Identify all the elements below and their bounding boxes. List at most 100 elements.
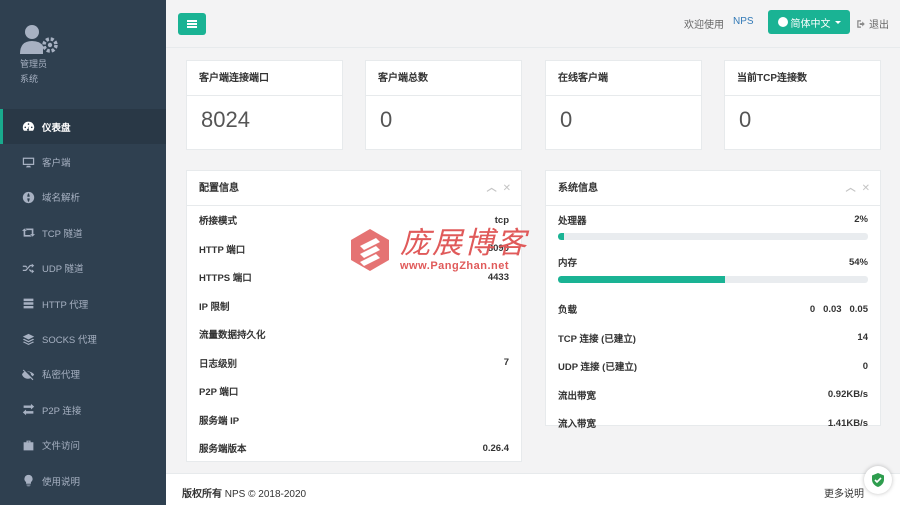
- sidebar-item-label: P2P 连接: [42, 405, 82, 417]
- stat-card-client-total: 客户端总数 0: [365, 60, 522, 150]
- panel-tools: ︿ ✕: [840, 171, 870, 206]
- footer: 版权所有 NPS © 2018-2020 更多说明: [166, 473, 900, 505]
- welcome-text: 欢迎使用: [684, 20, 724, 31]
- profile[interactable]: 管理员 系统: [20, 24, 60, 86]
- row-label: 服务端版本: [199, 444, 247, 456]
- cpu-progress: [546, 233, 880, 252]
- shield-check-icon[interactable]: [864, 466, 892, 494]
- globe-icon: [21, 190, 35, 204]
- row-value: 14: [857, 332, 868, 344]
- sidebar-item-private-proxy[interactable]: 私密代理: [0, 357, 166, 392]
- chevron-up-icon[interactable]: ︿: [846, 183, 856, 194]
- row-label: 流出带宽: [558, 390, 597, 402]
- sidebar-item-domain[interactable]: 域名解析: [0, 180, 166, 215]
- config-row-server-ip: 服务端 IP: [187, 406, 521, 435]
- sidebar-item-dashboard[interactable]: 仪表盘: [0, 109, 166, 145]
- progress-fill: [558, 233, 565, 240]
- config-row-bridge-mode: 桥接模式 tcp: [187, 206, 521, 235]
- sidebar-item-label: HTTP 代理: [42, 299, 89, 311]
- row-label: 负载: [558, 305, 578, 317]
- sidebar: 管理员 系统 仪表盘 客户端 域名解析 TCP 隧道 UDP 隧道 HTTP 代…: [0, 0, 166, 505]
- layers-icon: [21, 332, 35, 346]
- config-row-ip-limit: IP 限制: [187, 292, 521, 321]
- language-dropdown[interactable]: 简体中文: [768, 10, 850, 34]
- stat-value: 8024: [201, 107, 250, 132]
- sidebar-item-label: UDP 隧道: [42, 264, 84, 276]
- sidebar-item-p2p[interactable]: P2P 连接: [0, 392, 166, 427]
- lightbulb-icon: [21, 474, 35, 488]
- more-docs-link[interactable]: 更多说明: [824, 485, 864, 500]
- menu-toggle-button[interactable]: [178, 13, 206, 35]
- stat-title: 客户端总数: [366, 61, 521, 96]
- panel-header: 配置信息 ︿ ✕: [187, 171, 521, 206]
- stat-value: 0: [380, 107, 393, 132]
- row-value: 4433: [487, 271, 509, 283]
- user-gear-icon: [20, 24, 60, 56]
- briefcase-icon: [21, 438, 35, 452]
- config-row-p2p-port: P2P 端口: [187, 377, 521, 406]
- panel-tools: ︿ ✕: [481, 171, 511, 206]
- sidebar-item-socks-proxy[interactable]: SOCKS 代理: [0, 321, 166, 356]
- system-row-udp: UDP 连接 (已建立) 0: [546, 352, 880, 381]
- globe-icon: [777, 17, 788, 27]
- random-icon: [21, 261, 35, 275]
- sidebar-item-label: 文件访问: [42, 441, 81, 453]
- row-label: 处理器: [558, 215, 587, 227]
- memory-progress: [546, 272, 880, 295]
- row-label: HTTP 端口: [199, 244, 246, 256]
- language-label: 简体中文: [790, 18, 831, 30]
- sidebar-item-help[interactable]: 使用说明: [0, 463, 166, 498]
- stat-value: 0: [560, 107, 573, 132]
- row-value: 0.92KB/s: [827, 389, 868, 401]
- sidebar-item-label: 仪表盘: [42, 122, 71, 134]
- system-row-cpu: 处理器 2%: [546, 206, 880, 233]
- row-label: IP 限制: [199, 301, 230, 313]
- sidebar-item-http-proxy[interactable]: HTTP 代理: [0, 286, 166, 321]
- sidebar-item-label: 使用说明: [42, 476, 81, 488]
- sidebar-item-label: 客户端: [42, 158, 71, 170]
- row-value: 54%: [848, 256, 868, 268]
- monitor-icon: [21, 155, 35, 169]
- profile-name: 管理员: [20, 59, 48, 69]
- row-value: 2%: [854, 214, 868, 225]
- stat-card-online-clients: 在线客户端 0: [545, 60, 702, 150]
- system-row-tcp: TCP 连接 (已建立) 14: [546, 324, 880, 353]
- row-value: 0.26.4: [482, 442, 509, 454]
- panel-header: 系统信息 ︿ ✕: [546, 171, 880, 206]
- stat-value: 0: [739, 107, 752, 132]
- nps-link[interactable]: NPS: [733, 16, 754, 27]
- row-value: 0 0.03 0.05: [809, 303, 868, 315]
- stat-title: 在线客户端: [546, 61, 701, 96]
- config-row-http-port: HTTP 端口 8090: [187, 235, 521, 264]
- sidebar-item-udp-tunnel[interactable]: UDP 隧道: [0, 251, 166, 286]
- system-row-memory: 内存 54%: [546, 252, 880, 272]
- sidebar-item-clients[interactable]: 客户端: [0, 144, 166, 179]
- sidebar-item-label: 域名解析: [42, 193, 81, 205]
- eye-slash-icon: [21, 367, 35, 381]
- row-label: 服务端 IP: [199, 415, 240, 427]
- close-icon[interactable]: ✕: [862, 183, 870, 194]
- panel-title: 配置信息: [199, 183, 239, 194]
- row-value: 8090: [487, 243, 509, 255]
- config-row-server-version: 服务端版本 0.26.4: [187, 434, 521, 463]
- panel-title: 系统信息: [558, 183, 598, 194]
- config-list: 桥接模式 tcp HTTP 端口 8090 HTTPS 端口 4433 IP 限制 流…: [187, 206, 521, 463]
- sidebar-item-file-access[interactable]: 文件访问: [0, 428, 166, 463]
- row-label: 流入带宽: [558, 419, 597, 431]
- logout-button[interactable]: 退出: [856, 16, 889, 31]
- chevron-up-icon[interactable]: ︿: [487, 183, 497, 194]
- hamburger-icon: [187, 20, 197, 28]
- sidebar-item-tcp-tunnel[interactable]: TCP 隧道: [0, 215, 166, 250]
- copyright: 版权所有 NPS © 2018-2020: [182, 485, 306, 500]
- progress-fill: [558, 276, 726, 283]
- row-value: tcp: [494, 214, 509, 226]
- progress-track: [558, 233, 868, 240]
- stat-card-bridge-port: 客户端连接端口 8024: [186, 60, 343, 150]
- caret-down-icon: [834, 20, 841, 24]
- sidebar-item-label: SOCKS 代理: [42, 335, 97, 347]
- system-panel: 系统信息 ︿ ✕ 处理器 2% 内存 54% 负载 0 0.03 0.05 TCP 连接…: [545, 170, 881, 430]
- config-row-https-port: HTTPS 端口 4433: [187, 263, 521, 292]
- sidebar-item-label: TCP 隧道: [42, 228, 83, 240]
- sidebar-nav: 仪表盘 客户端 域名解析 TCP 隧道 UDP 隧道 HTTP 代理 SOCKS…: [0, 109, 166, 498]
- close-icon[interactable]: ✕: [503, 183, 511, 194]
